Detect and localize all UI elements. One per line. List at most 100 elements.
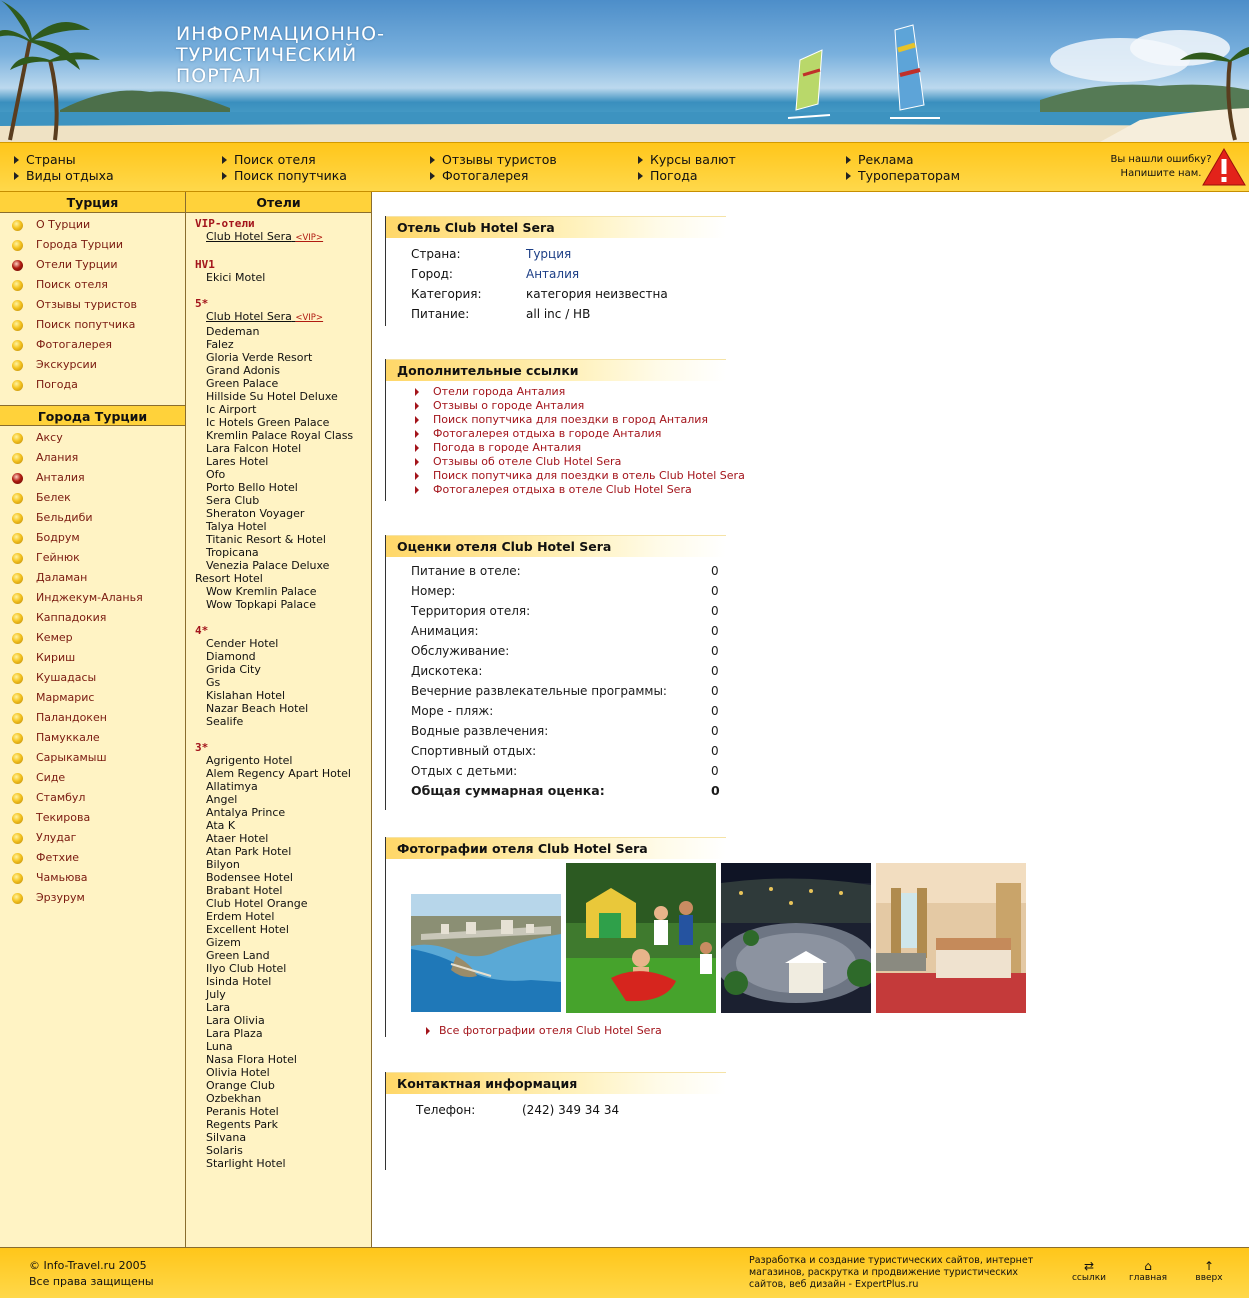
hotel-link[interactable]: Erdem Hotel bbox=[206, 910, 371, 923]
hotel-link[interactable]: Ic Hotels Green Palace bbox=[206, 416, 371, 429]
hotel-link[interactable]: Bodensee Hotel bbox=[206, 871, 371, 884]
city-menu-item[interactable]: Мармарис bbox=[0, 688, 185, 708]
city-menu-item[interactable]: Памуккале bbox=[0, 728, 185, 748]
hotel-link[interactable]: Peranis Hotel bbox=[206, 1105, 371, 1118]
hotel-link[interactable]: Titanic Resort & Hotel bbox=[206, 533, 371, 546]
hotel-link[interactable]: Venezia Palace Deluxe bbox=[206, 559, 371, 572]
city-menu-item[interactable]: Инджекум-Аланья bbox=[0, 588, 185, 608]
city-menu-item[interactable]: Текирова bbox=[0, 808, 185, 828]
hotel-link[interactable]: Porto Bello Hotel bbox=[206, 481, 371, 494]
hotel-link[interactable]: Ilyo Club Hotel bbox=[206, 962, 371, 975]
extra-link[interactable]: Отели города Анталия bbox=[386, 385, 745, 399]
city-menu-item[interactable]: Улудаг bbox=[0, 828, 185, 848]
city-menu-item[interactable]: Чамьюва bbox=[0, 868, 185, 888]
city-menu-item[interactable]: Аксу bbox=[0, 428, 185, 448]
hotel-link[interactable]: Nazar Beach Hotel bbox=[206, 702, 371, 715]
hotel-link[interactable]: Diamond bbox=[206, 650, 371, 663]
hotel-link[interactable]: Silvana bbox=[206, 1131, 371, 1144]
nav-link-vacation-types[interactable]: Виды отдыха bbox=[12, 168, 114, 184]
city-menu-item[interactable]: Фетхие bbox=[0, 848, 185, 868]
city-menu-item[interactable]: Гейнюк bbox=[0, 548, 185, 568]
developer-link[interactable]: Разработка и создание туристических сайт… bbox=[749, 1255, 1049, 1291]
city-menu-item[interactable]: Даламан bbox=[0, 568, 185, 588]
extra-link[interactable]: Отзывы об отеле Club Hotel Sera bbox=[386, 455, 745, 469]
hotel-link[interactable]: Wow Topkapi Palace bbox=[206, 598, 371, 611]
hotel-link[interactable]: Gloria Verde Resort bbox=[206, 351, 371, 364]
hotel-link[interactable]: Dedeman bbox=[206, 325, 371, 338]
hotel-link[interactable]: Grand Adonis bbox=[206, 364, 371, 377]
extra-link[interactable]: Отзывы о городе Анталия bbox=[386, 399, 745, 413]
hotel-link[interactable]: Club Hotel Orange bbox=[206, 897, 371, 910]
hotel-link[interactable]: Cender Hotel bbox=[206, 637, 371, 650]
turkey-menu-item[interactable]: Фотогалерея bbox=[0, 335, 185, 355]
city-menu-item[interactable]: Каппадокия bbox=[0, 608, 185, 628]
hotel-photo-aerial[interactable] bbox=[411, 894, 561, 1012]
extra-link[interactable]: Фотогалерея отдыха в отеле Club Hotel Se… bbox=[386, 483, 745, 497]
hotel-link[interactable]: Gizem bbox=[206, 936, 371, 949]
extra-link[interactable]: Поиск попутчика для поездки в отель Club… bbox=[386, 469, 745, 483]
city-menu-item[interactable]: Алания bbox=[0, 448, 185, 468]
nav-link-operators[interactable]: Туроператорам bbox=[844, 168, 960, 184]
hotel-link[interactable]: Gs bbox=[206, 676, 371, 689]
hotel-link[interactable]: Falez bbox=[206, 338, 371, 351]
turkey-menu-item[interactable]: Отзывы туристов bbox=[0, 295, 185, 315]
hotel-link[interactable]: Kislahan Hotel bbox=[206, 689, 371, 702]
hotel-link[interactable]: Bilyon bbox=[206, 858, 371, 871]
turkey-menu-item[interactable]: Поиск отеля bbox=[0, 275, 185, 295]
turkey-menu-item[interactable]: Города Турции bbox=[0, 235, 185, 255]
hotel-link[interactable]: Lara Olivia bbox=[206, 1014, 371, 1027]
hotel-link[interactable]: Ekici Motel bbox=[206, 271, 371, 284]
hotel-photo-night[interactable] bbox=[721, 863, 871, 1013]
footer-up-button[interactable]: ↑ вверх bbox=[1184, 1259, 1234, 1283]
hotel-link[interactable]: Wow Kremlin Palace bbox=[206, 585, 371, 598]
city-menu-item[interactable]: Белек bbox=[0, 488, 185, 508]
hotel-link[interactable]: Ic Airport bbox=[206, 403, 371, 416]
turkey-menu-item[interactable]: Экскурсии bbox=[0, 355, 185, 375]
nav-link-weather[interactable]: Погода bbox=[636, 168, 736, 184]
extra-link[interactable]: Фотогалерея отдыха в городе Анталия bbox=[386, 427, 745, 441]
hotel-info-value[interactable]: Турция bbox=[526, 244, 571, 264]
city-menu-item[interactable]: Кемер bbox=[0, 628, 185, 648]
extra-link[interactable]: Поиск попутчика для поездки в город Анта… bbox=[386, 413, 745, 427]
hotel-link[interactable]: Isinda Hotel bbox=[206, 975, 371, 988]
hotel-link[interactable]: Brabant Hotel bbox=[206, 884, 371, 897]
hotel-link[interactable]: Solaris bbox=[206, 1144, 371, 1157]
turkey-menu-item[interactable]: Поиск попутчика bbox=[0, 315, 185, 335]
warning-icon[interactable] bbox=[1201, 147, 1247, 187]
city-menu-item[interactable]: Бодрум bbox=[0, 528, 185, 548]
city-menu-item[interactable]: Паландокен bbox=[0, 708, 185, 728]
hotel-link[interactable]: Lara bbox=[206, 1001, 371, 1014]
hotel-link[interactable]: Allatimya bbox=[206, 780, 371, 793]
hotel-link[interactable]: Ofo bbox=[206, 468, 371, 481]
hotel-link[interactable]: Excellent Hotel bbox=[206, 923, 371, 936]
hotel-link[interactable]: Ata K bbox=[206, 819, 371, 832]
hotel-link[interactable]: Talya Hotel bbox=[206, 520, 371, 533]
nav-link-advertising[interactable]: Реклама bbox=[844, 152, 960, 168]
hotel-link[interactable]: Kremlin Palace Royal Class bbox=[206, 429, 371, 442]
turkey-menu-item[interactable]: О Турции bbox=[0, 215, 185, 235]
city-menu-item[interactable]: Бельдиби bbox=[0, 508, 185, 528]
nav-link-gallery[interactable]: Фотогалерея bbox=[428, 168, 557, 184]
hotel-link[interactable]: Antalya Prince bbox=[206, 806, 371, 819]
turkey-menu-item[interactable]: Погода bbox=[0, 375, 185, 395]
hotel-link[interactable]: Orange Club bbox=[206, 1079, 371, 1092]
nav-link-companion-search[interactable]: Поиск попутчика bbox=[220, 168, 347, 184]
hotel-link[interactable]: Lara Plaza bbox=[206, 1027, 371, 1040]
city-menu-item[interactable]: Кириш bbox=[0, 648, 185, 668]
hotel-link[interactable]: Ozbekhan bbox=[206, 1092, 371, 1105]
nav-link-reviews[interactable]: Отзывы туристов bbox=[428, 152, 557, 168]
footer-home-button[interactable]: ⌂ главная bbox=[1123, 1259, 1173, 1283]
city-menu-item[interactable]: Стамбул bbox=[0, 788, 185, 808]
city-menu-item[interactable]: Анталия bbox=[0, 468, 185, 488]
hotel-link[interactable]: Nasa Flora Hotel bbox=[206, 1053, 371, 1066]
city-menu-item[interactable]: Сиде bbox=[0, 768, 185, 788]
hotel-link[interactable]: Sheraton Voyager bbox=[206, 507, 371, 520]
hotel-link[interactable]: Regents Park bbox=[206, 1118, 371, 1131]
hotel-link[interactable]: Grida City bbox=[206, 663, 371, 676]
hotel-link[interactable]: Starlight Hotel bbox=[206, 1157, 371, 1170]
hotel-link[interactable]: Hillside Su Hotel Deluxe bbox=[206, 390, 371, 403]
hotel-link[interactable]: Ataer Hotel bbox=[206, 832, 371, 845]
hotel-link[interactable]: Atan Park Hotel bbox=[206, 845, 371, 858]
hotel-info-value[interactable]: Анталия bbox=[526, 264, 579, 284]
hotel-link[interactable]: July bbox=[206, 988, 371, 1001]
